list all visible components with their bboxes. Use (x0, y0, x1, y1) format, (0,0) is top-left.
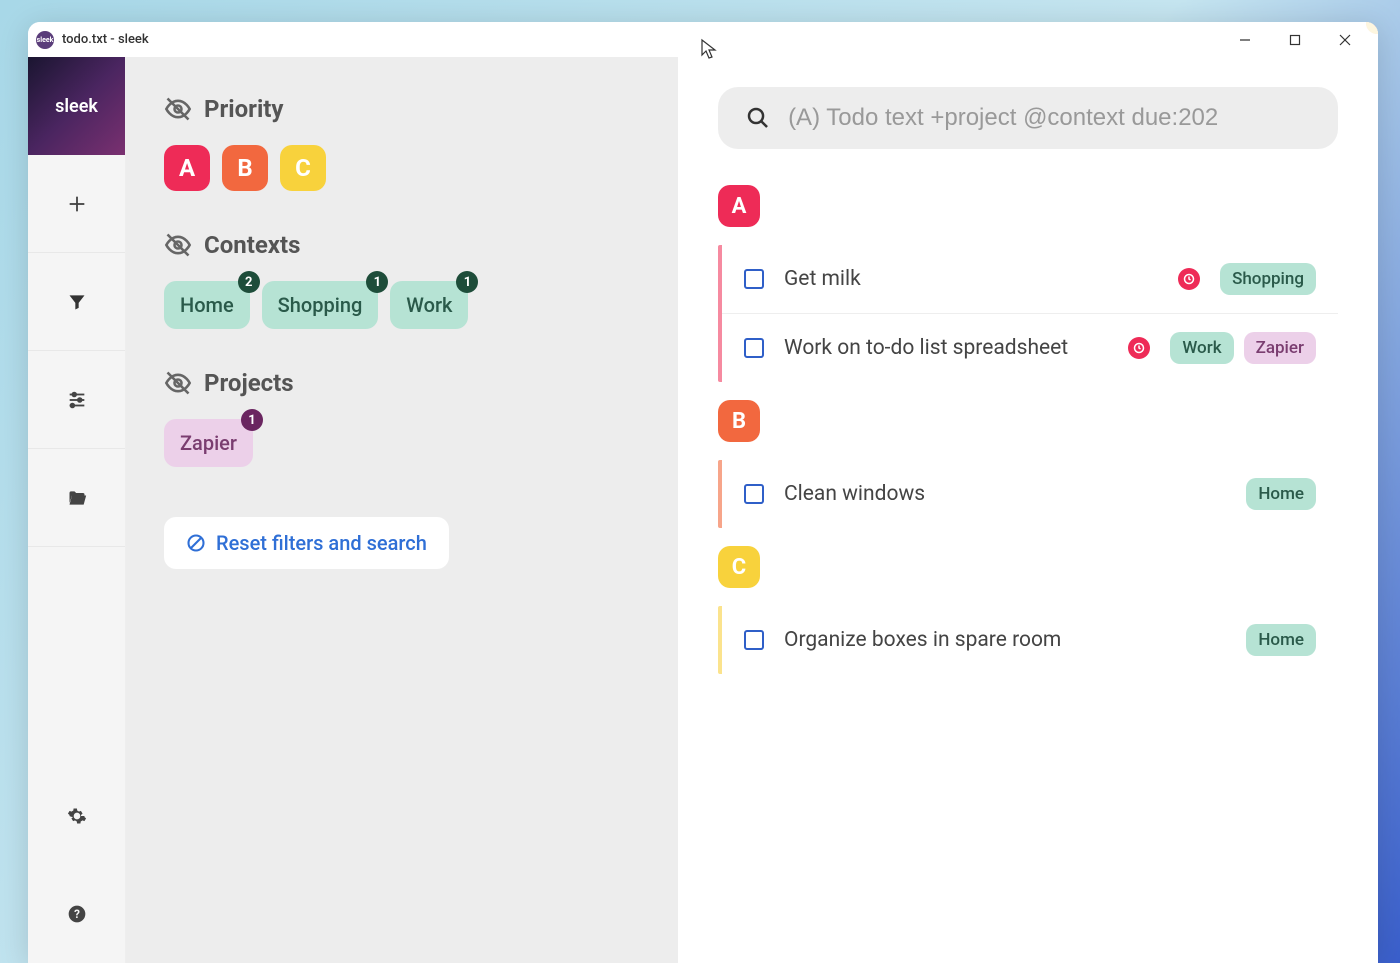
priority-group-header: B (718, 400, 760, 442)
context-count-badge: 1 (366, 271, 388, 293)
priority-chip-c[interactable]: C1 (280, 145, 326, 191)
projects-label: Projects (204, 369, 294, 397)
priority-group-header: A (718, 185, 760, 227)
task-tag[interactable]: Shopping (1220, 263, 1316, 295)
task-row[interactable]: Work on to-do list spreadsheet Work Zapier (722, 314, 1338, 382)
context-count-badge: 2 (238, 271, 260, 293)
help-icon: ? (67, 904, 87, 924)
open-file-button[interactable] (28, 449, 125, 547)
context-count-badge: 1 (456, 271, 478, 293)
task-tag[interactable]: Home (1246, 478, 1316, 510)
task-text: Organize boxes in spare room (784, 628, 1226, 652)
task-tag[interactable]: Work (1170, 332, 1233, 364)
task-text: Get milk (784, 267, 1158, 291)
folder-open-icon (65, 488, 89, 508)
logo: sleek (28, 57, 125, 155)
task-checkbox[interactable] (744, 630, 764, 650)
task-list: Get milk Shopping Work on to-do list sprea… (718, 245, 1338, 382)
task-text: Clean windows (784, 482, 1226, 506)
context-chip[interactable]: Shopping1 (262, 281, 379, 329)
titlebar: sleek todo.txt - sleek (28, 22, 1378, 57)
task-tags: Home (1246, 478, 1316, 510)
search-icon (746, 105, 770, 131)
context-chip[interactable]: Work1 (390, 281, 468, 329)
main-panel: A Get milk Shopping Work on to-do list spre… (678, 57, 1378, 963)
task-tags: Work Zapier (1170, 332, 1316, 364)
sidebar: sleek ? (28, 57, 126, 963)
task-list: Clean windows Home (718, 460, 1338, 528)
task-tag[interactable]: Zapier (1244, 332, 1316, 364)
app-icon: sleek (36, 31, 54, 49)
close-button[interactable] (1320, 22, 1370, 57)
filters-panel: Priority A2 B1 C1 Contexts Home2Shopping1W… (126, 57, 678, 963)
funnel-icon (67, 292, 87, 312)
task-checkbox[interactable] (744, 338, 764, 358)
context-chip[interactable]: Home2 (164, 281, 250, 329)
priority-filter-section: Priority A2 B1 C1 (164, 95, 640, 191)
plus-icon (66, 193, 88, 215)
filter-nav-button[interactable] (28, 253, 125, 351)
add-task-button[interactable] (28, 155, 125, 253)
search-bar[interactable] (718, 87, 1338, 149)
task-tags: Home (1246, 624, 1316, 656)
priority-label: Priority (204, 95, 284, 123)
search-input[interactable] (788, 104, 1310, 132)
project-chip[interactable]: Zapier1 (164, 419, 253, 467)
maximize-button[interactable] (1270, 22, 1320, 57)
task-checkbox[interactable] (744, 484, 764, 504)
app-window: sleek todo.txt - sleek sleek (28, 22, 1378, 963)
task-row[interactable]: Clean windows Home (722, 460, 1338, 528)
ban-icon (186, 533, 206, 553)
task-row[interactable]: Organize boxes in spare room Home (722, 606, 1338, 674)
svg-text:?: ? (74, 907, 80, 921)
view-nav-button[interactable] (28, 351, 125, 449)
priority-chip-b[interactable]: B1 (222, 145, 268, 191)
priority-group-header: C (718, 546, 760, 588)
task-row[interactable]: Get milk Shopping (722, 245, 1338, 314)
priority-chip-a[interactable]: A2 (164, 145, 210, 191)
eye-off-icon[interactable] (164, 369, 192, 397)
reset-label: Reset filters and search (216, 531, 427, 555)
eye-off-icon[interactable] (164, 95, 192, 123)
eye-off-icon[interactable] (164, 231, 192, 259)
task-checkbox[interactable] (744, 269, 764, 289)
clock-icon (1128, 337, 1150, 359)
help-button[interactable]: ? (28, 865, 125, 963)
window-title: todo.txt - sleek (62, 32, 149, 47)
settings-button[interactable] (28, 767, 125, 865)
task-tags: Shopping (1220, 263, 1316, 295)
task-list: Organize boxes in spare room Home (718, 606, 1338, 674)
projects-filter-section: Projects Zapier1 (164, 369, 640, 467)
task-tag[interactable]: Home (1246, 624, 1316, 656)
project-count-badge: 1 (241, 409, 263, 431)
clock-icon (1178, 268, 1200, 290)
sliders-icon (66, 389, 88, 411)
contexts-filter-section: Contexts Home2Shopping1Work1 (164, 231, 640, 329)
task-text: Work on to-do list spreadsheet (784, 336, 1108, 360)
gear-icon (67, 806, 87, 826)
contexts-label: Contexts (204, 231, 300, 259)
minimize-button[interactable] (1220, 22, 1270, 57)
reset-filters-button[interactable]: Reset filters and search (164, 517, 449, 569)
